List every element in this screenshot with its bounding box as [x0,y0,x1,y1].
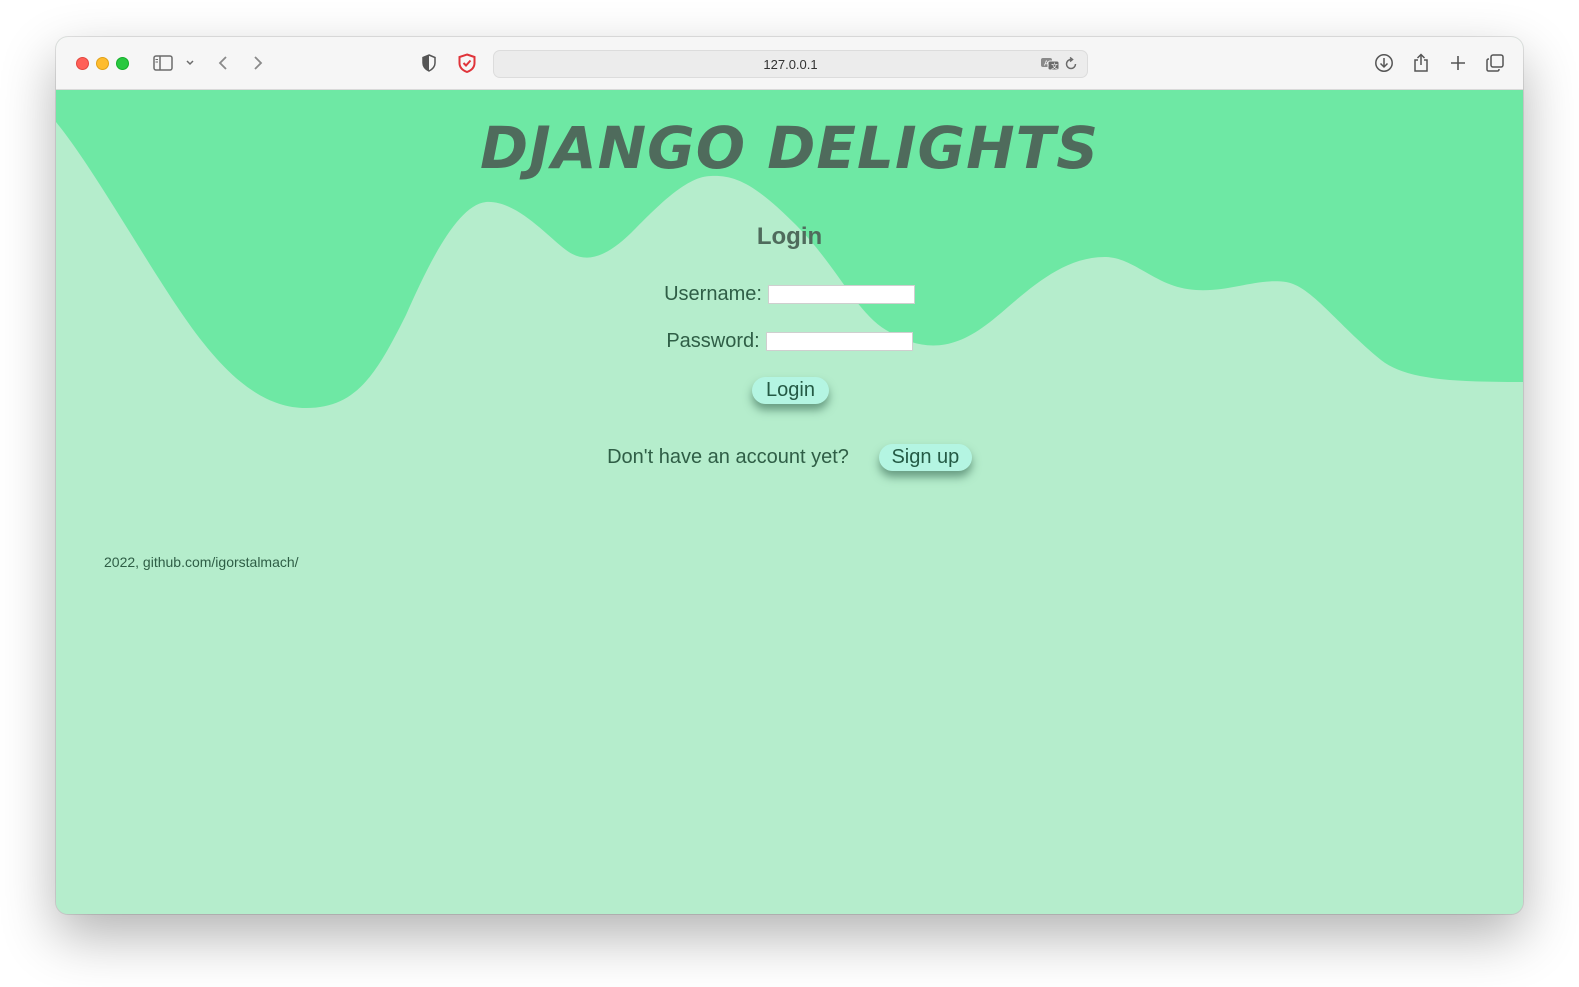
svg-text:文: 文 [1051,62,1058,71]
forward-icon[interactable] [250,51,266,75]
signup-row: Don't have an account yet? Sign up [56,444,1523,471]
sidebar-icon[interactable] [152,51,174,75]
browser-toolbar: 127.0.0.1 A文 [56,37,1523,90]
signup-button[interactable]: Sign up [878,444,972,471]
reload-icon[interactable] [1064,56,1078,77]
web-page: DJANGO DELIGHTS Login Username: Password… [56,90,1523,914]
translate-icon[interactable]: A文 [1040,56,1060,77]
new-tab-icon[interactable] [1448,51,1468,75]
password-row: Password: [56,330,1523,353]
back-icon[interactable] [215,51,231,75]
zoom-window-button[interactable] [116,57,129,70]
privacy-shield-icon[interactable] [420,51,438,75]
address-bar[interactable]: 127.0.0.1 A文 [493,50,1088,78]
username-input[interactable] [767,285,915,304]
username-label: Username: [664,283,762,305]
address-url: 127.0.0.1 [763,57,818,72]
browser-window: 127.0.0.1 A文 DJANGO DELIGHTS Login Usern… [56,37,1523,914]
tabs-overview-icon[interactable] [1484,51,1506,75]
chevron-down-icon[interactable] [184,51,196,75]
minimize-window-button[interactable] [96,57,109,70]
site-title: DJANGO DELIGHTS [479,114,1100,182]
password-label: Password: [666,330,760,352]
signup-prompt: Don't have an account yet? [607,446,849,468]
decorative-wave [56,90,1523,408]
username-row: Username: [56,283,1523,306]
login-heading: Login [756,223,823,250]
download-icon[interactable] [1373,51,1395,75]
close-window-button[interactable] [76,57,89,70]
share-icon[interactable] [1411,51,1431,75]
password-input[interactable] [765,332,913,351]
svg-text:A: A [1044,60,1049,68]
login-button[interactable]: Login [752,377,829,404]
footer-credit: 2022, github.com/igorstalmach/ [104,554,299,570]
security-extension-icon[interactable] [456,51,478,75]
